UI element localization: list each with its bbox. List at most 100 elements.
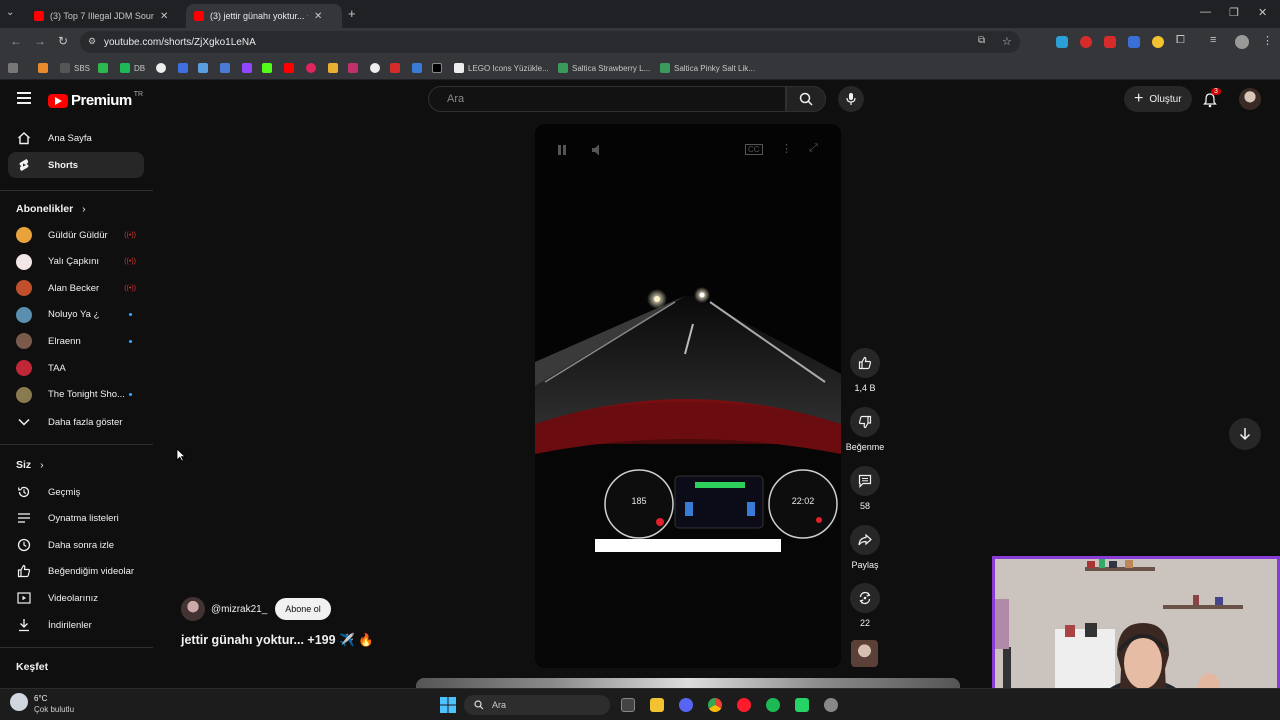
bookmark-icon[interactable]: [198, 61, 212, 75]
x-bookmark-icon[interactable]: [432, 61, 446, 75]
extension-icon[interactable]: [1104, 36, 1116, 48]
bookmark-saltica-pinky[interactable]: Saltica Pinky Salt Lik...: [660, 61, 755, 75]
audio-track-thumbnail[interactable]: [851, 640, 878, 667]
new-tab-icon[interactable]: +: [348, 6, 356, 21]
whatsapp-icon[interactable]: [795, 698, 809, 712]
extension-icon[interactable]: [1080, 36, 1092, 48]
profile-avatar[interactable]: [1235, 35, 1249, 49]
weather-icon[interactable]: [10, 693, 28, 711]
dislike-button[interactable]: Beğenme: [842, 407, 888, 452]
hamburger-menu-icon[interactable]: [17, 92, 31, 104]
like-button[interactable]: 1,4 B: [842, 348, 888, 393]
sidebar-item-watch-later[interactable]: Daha sonra izle: [8, 532, 144, 558]
sidebar-item-liked-videos[interactable]: Beğendiğim videolar: [8, 558, 144, 584]
sidebar-item-downloads[interactable]: İndirilenler: [8, 612, 144, 638]
reload-icon[interactable]: ↻: [58, 34, 68, 48]
restore-icon[interactable]: ❐: [1229, 6, 1239, 19]
bookmark-icon[interactable]: [412, 61, 426, 75]
bookmark-saltica-strawberry[interactable]: Saltica Strawberry L...: [558, 61, 650, 75]
extension-icon[interactable]: [1056, 36, 1068, 48]
bookmark-icon[interactable]: [242, 61, 256, 75]
bookmark-sbs[interactable]: SBS: [60, 61, 90, 75]
bookmark-db[interactable]: DB: [120, 61, 145, 75]
fullscreen-icon[interactable]: ⤢: [809, 142, 818, 155]
bookmark-icon[interactable]: [328, 61, 342, 75]
captions-icon[interactable]: CC: [745, 144, 763, 155]
tab-search-chevron-icon[interactable]: ⌄: [6, 7, 14, 18]
search-button[interactable]: [786, 86, 826, 112]
sidebar-subscription-item[interactable]: Elraenn: [8, 328, 144, 354]
sidebar-subscription-item[interactable]: Güldür Güldür ((•)): [8, 222, 144, 248]
taskbar-search[interactable]: Ara: [464, 695, 610, 715]
notifications-button[interactable]: 3: [1202, 88, 1222, 110]
bookmark-icon[interactable]: [370, 61, 384, 75]
chrome-icon[interactable]: [708, 698, 722, 712]
close-tab-icon[interactable]: ✕: [314, 11, 322, 22]
create-button[interactable]: + Oluştur: [1124, 86, 1192, 112]
browser-tab-active[interactable]: (3) jettir günahı yoktur... +1 ✕: [186, 4, 342, 28]
settings-gear-icon[interactable]: [824, 698, 838, 712]
sidebar-item-your-videos[interactable]: Videolarınız: [8, 585, 144, 611]
bookmark-icon[interactable]: [262, 61, 276, 75]
install-app-icon[interactable]: ⧉: [978, 35, 985, 46]
subscriptions-heading[interactable]: Abonelikler ›: [16, 203, 86, 215]
bookmark-icon[interactable]: [98, 61, 112, 75]
next-short-preview[interactable]: [416, 678, 960, 688]
sidebar-subscription-item[interactable]: The Tonight Sho...: [8, 382, 144, 408]
forward-icon[interactable]: →: [34, 34, 46, 48]
browser-menu-icon[interactable]: ⋮: [1262, 34, 1273, 47]
sidebar-item-home[interactable]: Ana Sayfa: [8, 125, 144, 151]
show-more-button[interactable]: Daha fazla göster: [8, 409, 144, 435]
comments-button[interactable]: 58: [842, 466, 888, 511]
bookmark-icon[interactable]: [306, 61, 320, 75]
channel-avatar[interactable]: [181, 597, 205, 621]
weather-temperature[interactable]: 6°C: [34, 694, 47, 703]
address-bar[interactable]: ⚙ youtube.com/shorts/ZjXgko1LeNA ☆ ⧉: [80, 31, 1020, 53]
spotify-icon[interactable]: [766, 698, 780, 712]
youtube-premium-logo[interactable]: Premium TR: [48, 91, 143, 109]
sidebar-item-playlists[interactable]: Oynatma listeleri: [8, 505, 144, 531]
short-title[interactable]: jettir günahı yoktur... +199 ✈️ 🔥: [181, 633, 374, 648]
sidebar-subscription-item[interactable]: TAA: [8, 355, 144, 381]
discord-icon[interactable]: [679, 698, 693, 712]
window-close-icon[interactable]: ✕: [1258, 6, 1267, 19]
reading-list-icon[interactable]: ≡: [1210, 34, 1216, 46]
sidebar-item-shorts[interactable]: Shorts: [8, 152, 144, 178]
bookmark-icon[interactable]: [390, 61, 404, 75]
more-options-icon[interactable]: ⋮: [781, 142, 792, 155]
remix-button[interactable]: 22: [842, 583, 888, 628]
pause-icon[interactable]: [557, 144, 567, 156]
sidebar-subscription-item[interactable]: Alan Becker ((•)): [8, 275, 144, 301]
share-button[interactable]: Paylaş: [842, 525, 888, 570]
account-avatar[interactable]: [1239, 88, 1261, 110]
bookmark-star-icon[interactable]: ☆: [1002, 35, 1012, 48]
search-input[interactable]: Ara: [428, 86, 786, 112]
sidebar-item-history[interactable]: Geçmiş: [8, 479, 144, 505]
bookmark-icon[interactable]: [348, 61, 362, 75]
file-explorer-icon[interactable]: [650, 698, 664, 712]
short-video-player[interactable]: 185 22:02 CC ⋮ ⤢: [535, 124, 841, 668]
sidebar-subscription-item[interactable]: Yalı Çapkını ((•)): [8, 249, 144, 275]
channel-name[interactable]: @mizrak21_: [211, 604, 267, 615]
extensions-puzzle-icon[interactable]: ⧠: [1176, 34, 1185, 47]
bookmark-icon[interactable]: [220, 61, 234, 75]
next-short-button[interactable]: [1229, 418, 1261, 450]
bookmark-icon[interactable]: [156, 61, 170, 75]
extension-icon[interactable]: [1128, 36, 1140, 48]
weather-description[interactable]: Çok bulutlu: [34, 705, 74, 714]
browser-tab[interactable]: (3) Top 7 Illegal JDM Sounds Th ✕: [26, 4, 184, 28]
windows-start-icon[interactable]: [440, 697, 456, 713]
bookmark-icon[interactable]: [38, 61, 52, 75]
you-heading[interactable]: Siz ›: [16, 459, 44, 471]
close-tab-icon[interactable]: ✕: [160, 11, 168, 22]
bookmark-icon[interactable]: [178, 61, 192, 75]
opera-icon[interactable]: [737, 698, 751, 712]
site-info-icon[interactable]: ⚙: [88, 36, 96, 47]
dark-mode-extension-icon[interactable]: [1152, 36, 1164, 48]
apps-grid-icon[interactable]: [8, 61, 22, 75]
task-view-icon[interactable]: [621, 698, 635, 712]
sidebar-subscription-item[interactable]: Noluyo Ya ¿: [8, 302, 144, 328]
voice-search-button[interactable]: [838, 86, 864, 112]
subscribe-button[interactable]: Abone ol: [275, 598, 331, 620]
bookmark-icon[interactable]: [284, 61, 298, 75]
